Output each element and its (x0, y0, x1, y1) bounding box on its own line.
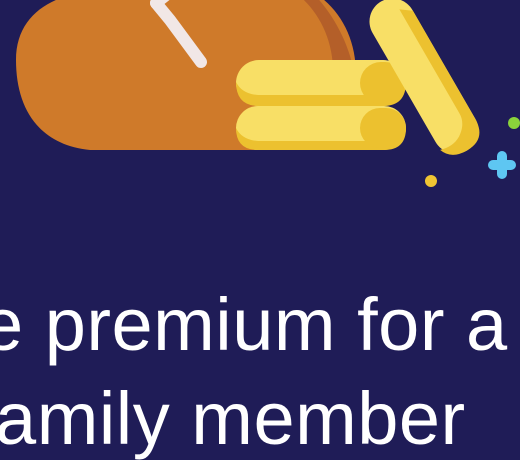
headline-line-1: e premium for a (0, 283, 508, 366)
headline-line-2: family member (0, 377, 466, 460)
premium-family-headline: e premium for a family member (0, 270, 520, 460)
promo-illustration (0, 0, 520, 200)
piggy-coins-illustration-icon (16, 0, 520, 187)
